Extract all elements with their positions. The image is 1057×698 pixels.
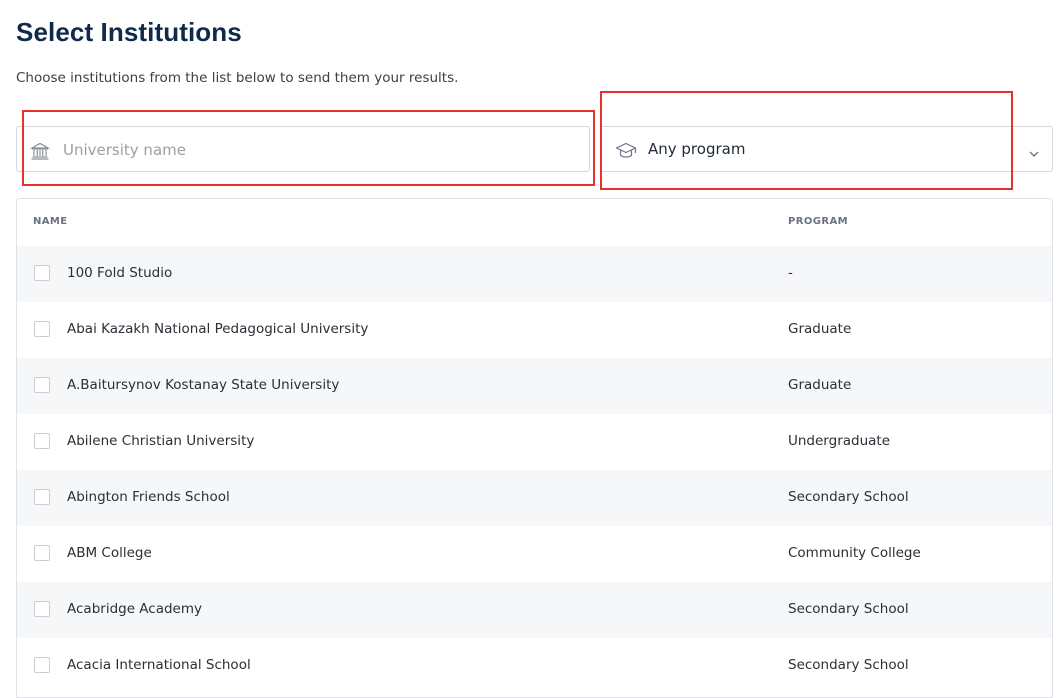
row-checkbox[interactable] bbox=[34, 377, 50, 393]
institutions-table: NAME PROGRAM 100 Fold Studio - Abai Kaza… bbox=[16, 198, 1053, 698]
institution-program: - bbox=[788, 265, 793, 281]
row-checkbox[interactable] bbox=[34, 545, 50, 561]
chevron-down-icon[interactable] bbox=[1028, 144, 1040, 157]
table-row[interactable]: ABM College Community College bbox=[17, 526, 1052, 582]
program-filter-value: Any program bbox=[648, 140, 746, 158]
institution-name: A.Baitursynov Kostanay State University bbox=[67, 377, 340, 393]
university-search-input[interactable] bbox=[61, 127, 585, 173]
table-row[interactable]: Acacia International School Secondary Sc… bbox=[17, 638, 1052, 694]
table-row[interactable]: Acabridge Academy Secondary School bbox=[17, 582, 1052, 638]
row-checkbox[interactable] bbox=[34, 265, 50, 281]
institution-name: 100 Fold Studio bbox=[67, 265, 173, 281]
table-body: 100 Fold Studio - Abai Kazakh National P… bbox=[17, 246, 1052, 694]
institution-program: Graduate bbox=[788, 377, 852, 393]
column-header-name[interactable]: NAME bbox=[33, 216, 68, 227]
institution-name: Abai Kazakh National Pedagogical Univers… bbox=[67, 321, 369, 337]
table-row[interactable]: Abai Kazakh National Pedagogical Univers… bbox=[17, 302, 1052, 358]
program-filter-select[interactable]: Any program bbox=[600, 126, 1053, 172]
institution-program: Graduate bbox=[788, 321, 852, 337]
table-header: NAME PROGRAM bbox=[17, 199, 1052, 246]
table-row[interactable]: 100 Fold Studio - bbox=[17, 246, 1052, 302]
row-checkbox[interactable] bbox=[34, 601, 50, 617]
institution-icon bbox=[29, 141, 51, 161]
table-row[interactable]: Abilene Christian University Undergradua… bbox=[17, 414, 1052, 470]
table-row[interactable]: A.Baitursynov Kostanay State University … bbox=[17, 358, 1052, 414]
institution-program: Secondary School bbox=[788, 657, 909, 673]
institution-name: Acacia International School bbox=[67, 657, 251, 673]
institution-program: Secondary School bbox=[788, 601, 909, 617]
row-checkbox[interactable] bbox=[34, 657, 50, 673]
institution-program: Community College bbox=[788, 545, 921, 561]
institution-program: Undergraduate bbox=[788, 433, 891, 449]
institution-name: Abington Friends School bbox=[67, 489, 230, 505]
institution-name: Abilene Christian University bbox=[67, 433, 255, 449]
graduation-cap-icon bbox=[615, 140, 637, 160]
row-checkbox[interactable] bbox=[34, 321, 50, 337]
institution-name: Acabridge Academy bbox=[67, 601, 203, 617]
table-row[interactable]: Abington Friends School Secondary School bbox=[17, 470, 1052, 526]
institution-name: ABM College bbox=[67, 545, 152, 561]
institution-program: Secondary School bbox=[788, 489, 909, 505]
column-header-program[interactable]: PROGRAM bbox=[788, 216, 848, 227]
page-title: Select Institutions bbox=[16, 17, 242, 47]
row-checkbox[interactable] bbox=[34, 433, 50, 449]
row-checkbox[interactable] bbox=[34, 489, 50, 505]
page-subtitle: Choose institutions from the list below … bbox=[16, 70, 459, 86]
university-search-field[interactable] bbox=[16, 126, 590, 173]
